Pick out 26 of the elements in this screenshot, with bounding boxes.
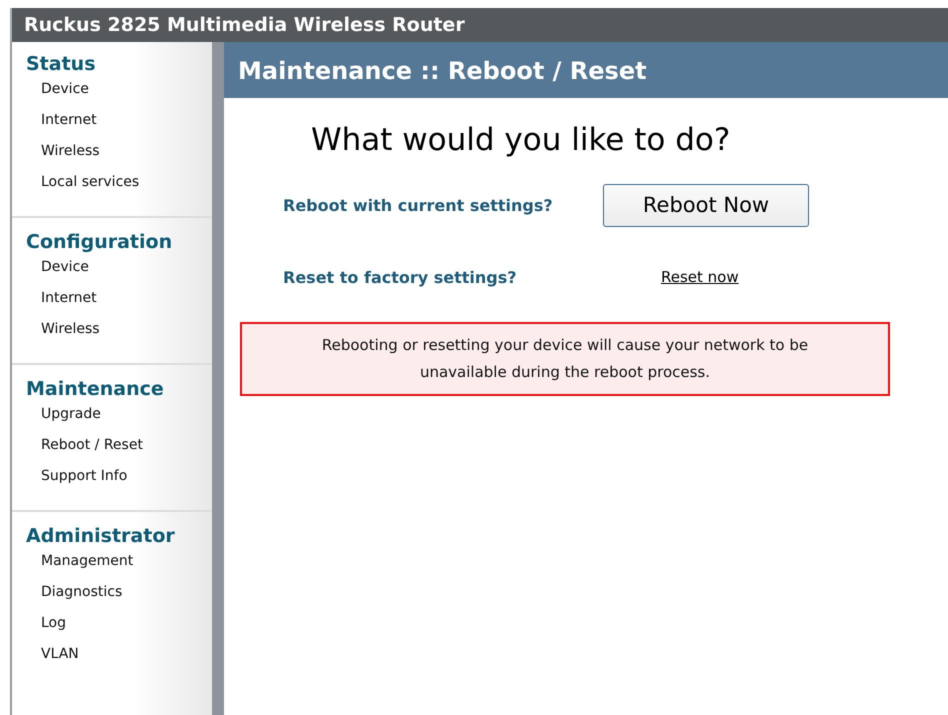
sidebar-item[interactable]: Internet bbox=[26, 287, 212, 318]
sidebar-heading: Status bbox=[26, 52, 97, 77]
sidebar-item[interactable]: Support Info bbox=[26, 465, 212, 496]
sidebar-item[interactable]: Wireless bbox=[26, 140, 212, 171]
sidebar-item[interactable]: Log bbox=[26, 612, 212, 643]
sidebar-item[interactable]: Internet bbox=[26, 109, 212, 140]
sidebar-item[interactable]: Device bbox=[26, 78, 212, 109]
sidebar-item[interactable]: Upgrade bbox=[26, 403, 212, 434]
sidebar-item[interactable]: Device bbox=[26, 256, 212, 287]
sidebar-item[interactable]: Management bbox=[26, 550, 212, 581]
window-title: Ruckus 2825 Multimedia Wireless Router bbox=[10, 8, 948, 42]
sidebar-heading: Maintenance bbox=[26, 377, 165, 402]
page-title: Maintenance :: Reboot / Reset bbox=[224, 42, 948, 98]
sidebar-item[interactable]: Wireless bbox=[26, 318, 212, 349]
sidebar-heading: Administrator bbox=[26, 524, 176, 549]
action-label: Reboot with current settings? bbox=[283, 196, 554, 214]
sidebar-heading: Configuration bbox=[26, 230, 174, 255]
sidebar-item[interactable]: Reboot / Reset bbox=[26, 434, 212, 465]
sidebar-item[interactable]: Local services bbox=[26, 171, 212, 202]
reboot-button[interactable]: Reboot Now bbox=[603, 184, 809, 226]
question-heading: What would you like to do? bbox=[311, 122, 732, 158]
sidebar-item[interactable]: Diagnostics bbox=[26, 581, 212, 612]
reset-link[interactable]: Reset now bbox=[661, 268, 739, 286]
action-label: Reset to factory settings? bbox=[283, 268, 518, 286]
sidebar-item[interactable]: VLAN bbox=[26, 643, 212, 674]
warning-message: Rebooting or resetting your device will cause your network to be unavailable during the reboot process. bbox=[240, 322, 890, 396]
